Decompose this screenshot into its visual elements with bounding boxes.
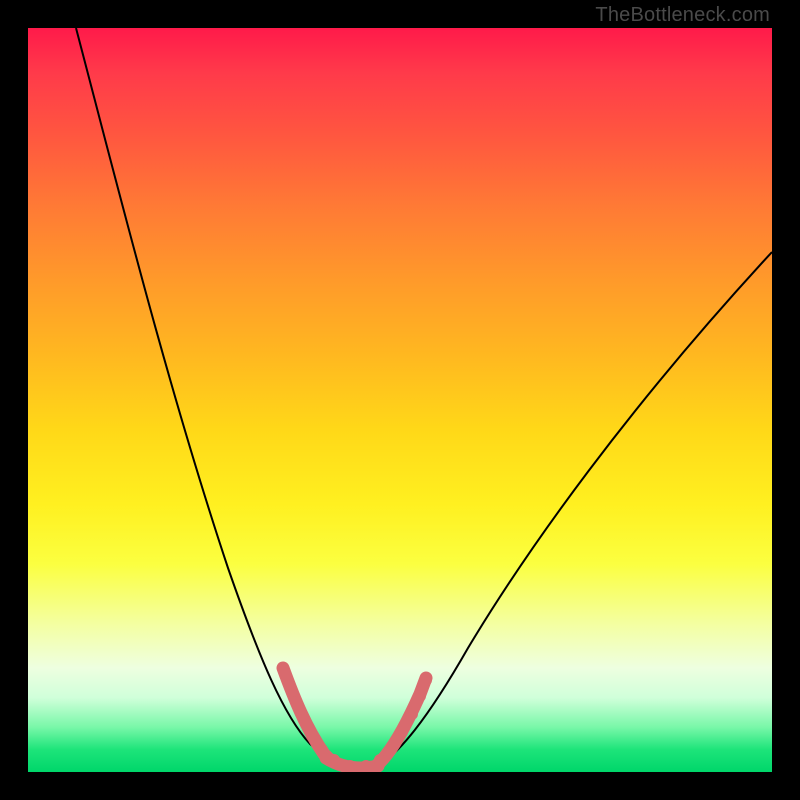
curve-right (374, 252, 772, 768)
highlight-dots (278, 664, 432, 772)
chart-frame: TheBottleneck.com (0, 0, 800, 800)
curve-layer (28, 28, 772, 772)
watermark-text: TheBottleneck.com (595, 4, 770, 27)
curve-left (76, 28, 328, 758)
plot-area (28, 28, 772, 772)
